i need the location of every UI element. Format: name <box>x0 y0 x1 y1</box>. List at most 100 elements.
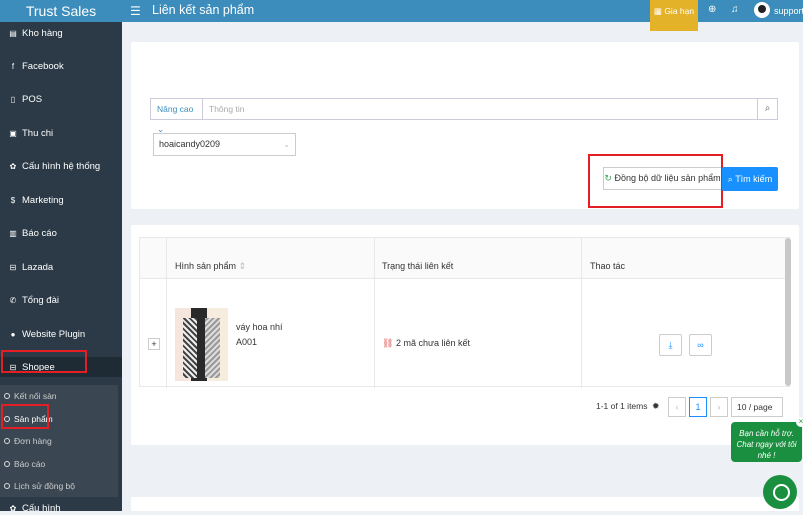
search-button[interactable]: ⌕ Tìm kiếm <box>722 167 778 191</box>
page-title: Liên kết sản phẩm <box>152 3 255 17</box>
phone-icon: ✆ <box>9 295 17 305</box>
advanced-dropdown[interactable]: Nâng cao ⌄ <box>151 99 203 134</box>
username[interactable]: support <box>774 6 803 16</box>
product-sku: A001 <box>236 337 258 347</box>
page-1-button[interactable]: 1 <box>689 397 707 417</box>
sidebar-item-label: Marketing <box>22 194 64 206</box>
search-icon[interactable]: ⌕ <box>757 99 777 119</box>
search-input[interactable]: Thông tin <box>203 104 757 114</box>
advanced-label: Nâng cao <box>157 104 194 114</box>
search-bar: Nâng cao ⌄ Thông tin ⌕ <box>150 98 778 134</box>
warehouse-icon: ▤ <box>9 28 17 38</box>
sidebar-item-label: Tổng đài <box>22 294 59 306</box>
sidebar-item-config[interactable]: ✿ Cấu hình <box>0 501 122 515</box>
brand-logo[interactable]: Trust Sales <box>0 0 122 22</box>
divider <box>140 278 791 279</box>
next-page-button[interactable]: › <box>710 397 728 417</box>
submenu-label: Lịch sử đồng bộ <box>14 481 75 492</box>
sidebar-item-settings[interactable]: ✿ Cấu hình hệ thống <box>0 156 122 176</box>
product-name: váy hoa nhí <box>236 322 283 332</box>
submenu-label: Đơn hàng <box>14 436 52 447</box>
column-header-image[interactable]: Hình sản phẩm ⇕ <box>175 261 246 272</box>
circle-icon <box>4 438 10 445</box>
bell-icon[interactable]: ♫ <box>731 4 739 15</box>
globe-icon[interactable]: ⊕ <box>708 4 716 15</box>
sidebar-item-label: POS <box>22 93 43 105</box>
sidebar-item-call-center[interactable]: ✆ Tổng đài <box>0 290 122 310</box>
unlink-icon: ⛓ <box>382 338 394 348</box>
submenu-item-sync-history[interactable]: Lịch sử đồng bộ <box>0 475 118 498</box>
money-icon: ▣ <box>9 128 17 138</box>
table-header <box>140 238 791 278</box>
chat-icon[interactable] <box>763 475 797 509</box>
sidebar-item-label: Báo cáo <box>22 227 57 239</box>
divider <box>166 238 167 388</box>
cart-icon: ⊟ <box>9 262 17 272</box>
link-button[interactable]: ∞ <box>689 334 712 356</box>
shopee-submenu: Kết nối sàn Sản phẩm Đơn hàng Báo cáo Lị… <box>0 385 118 497</box>
column-header-status: Trạng thái liên kết <box>382 261 454 271</box>
gear-icon: ✿ <box>9 503 17 513</box>
avatar[interactable] <box>754 2 770 18</box>
highlight-products <box>1 404 49 429</box>
circle-icon <box>4 460 10 467</box>
chat-bubble-text: Bạn cần hỗ trợ. Chat ngay với tôi nhé ! <box>736 429 797 460</box>
sidebar-item-website-plugin[interactable]: ● Website Plugin <box>0 324 122 344</box>
search-button-label: Tìm kiếm <box>735 174 773 184</box>
sidebar-item-label: Website Plugin <box>22 328 86 340</box>
highlight-shopee <box>1 350 87 373</box>
table-card: Hình sản phẩm ⇕ Trạng thái liên kết Thao… <box>131 225 799 445</box>
sidebar-item-label: Cấu hình <box>22 502 61 514</box>
download-button[interactable]: ⤓ <box>659 334 682 356</box>
filter-card: Nâng cao ⌄ Thông tin ⌕ hoaicandy0209 ⌄ ↻… <box>131 42 799 209</box>
submenu-item-reports[interactable]: Báo cáo <box>0 453 118 476</box>
sidebar-item-marketing[interactable]: $ Marketing <box>0 190 122 210</box>
divider <box>374 238 375 388</box>
footer <box>131 497 799 511</box>
sidebar-item-thu-chi[interactable]: ▣ Thu chi <box>0 123 122 143</box>
renew-label: Gia hạn <box>664 6 695 16</box>
circle-icon <box>4 483 10 490</box>
column-header-actions: Thao tác <box>590 261 626 271</box>
chat-bubble[interactable]: Bạn cần hỗ trợ. Chat ngay với tôi nhé ! … <box>731 417 803 462</box>
search-icon: ⌕ <box>727 174 733 184</box>
sidebar-item-label: Facebook <box>22 60 64 72</box>
globe-icon: ● <box>10 329 16 339</box>
chevron-down-icon: ⌄ <box>283 140 290 149</box>
sidebar-item-label: Lazada <box>22 261 54 273</box>
renew-button[interactable]: ▦ Gia hạn <box>650 0 698 31</box>
sort-icon: ⇕ <box>238 261 247 271</box>
gear-icon: ✿ <box>9 161 17 171</box>
grid-icon: ▦ <box>653 6 662 16</box>
link-icon: ∞ <box>697 340 704 350</box>
divider <box>581 238 582 388</box>
scrollbar[interactable] <box>785 238 791 386</box>
sidebar-item-pos[interactable]: ▯ POS <box>0 89 122 109</box>
sidebar: Trust Sales ▤ Kho hàng f Facebook ▯ POS … <box>0 0 122 514</box>
pos-icon: ▯ <box>10 94 16 104</box>
shop-select-value: hoaicandy0209 <box>159 139 221 149</box>
sidebar-item-facebook[interactable]: f Facebook <box>0 56 122 76</box>
close-icon[interactable]: × <box>796 417 803 427</box>
page-size-value: 10 / page <box>737 402 773 412</box>
product-thumbnail <box>175 308 228 381</box>
highlight-sync-button <box>588 154 723 208</box>
link-status-text: 2 mã chưa liên kết <box>395 338 471 348</box>
pagination-range: 1-1 of 1 items <box>596 401 648 411</box>
shop-select[interactable]: hoaicandy0209 ⌄ <box>153 133 296 156</box>
sidebar-item-reports[interactable]: ▥ Báo cáo <box>0 223 122 243</box>
product-table: Hình sản phẩm ⇕ Trạng thái liên kết Thao… <box>139 237 791 388</box>
sidebar-item-warehouse[interactable]: ▤ Kho hàng <box>0 23 122 43</box>
hamburger-icon[interactable]: ☰ <box>130 4 141 18</box>
submenu-item-orders[interactable]: Đơn hàng <box>0 430 118 453</box>
prev-page-button[interactable]: ‹ <box>668 397 686 417</box>
expand-row-button[interactable]: + <box>148 338 160 350</box>
gear-icon[interactable]: ✹ <box>652 401 660 412</box>
header-label: Hình sản phẩm <box>175 261 237 271</box>
submenu-label: Báo cáo <box>14 458 46 469</box>
submenu-label: Kết nối sàn <box>14 391 57 402</box>
sidebar-item-label: Thu chi <box>22 127 54 139</box>
sidebar-item-lazada[interactable]: ⊟ Lazada <box>0 257 122 277</box>
facebook-icon: f <box>11 61 15 71</box>
page-size-select[interactable]: 10 / page <box>731 397 783 417</box>
